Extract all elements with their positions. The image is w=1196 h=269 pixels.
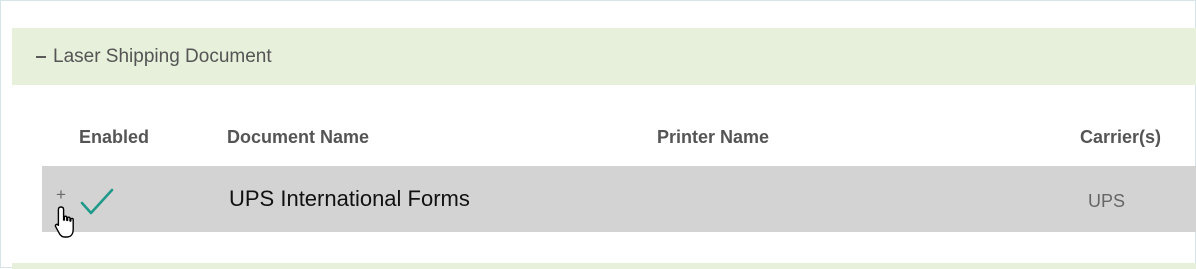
column-header-printer-name[interactable]: Printer Name [657,126,769,148]
checkmark-icon [80,188,114,215]
table-row[interactable]: + UPS International Forms UPS [42,166,1196,232]
expand-plus-icon[interactable]: + [56,186,68,203]
minus-icon[interactable] [34,44,48,68]
column-header-document-name[interactable]: Document Name [227,126,369,148]
section-title: Laser Shipping Document [53,46,272,67]
next-section-header-edge [12,263,1196,269]
document-name-cell[interactable]: UPS International Forms [229,186,470,212]
hand-pointer-icon [54,206,74,238]
column-header-enabled[interactable]: Enabled [79,126,149,148]
section-header[interactable]: Laser Shipping Document [12,28,1196,85]
column-header-carriers[interactable]: Carrier(s) [1080,126,1161,148]
carrier-cell: UPS [1088,191,1126,211]
panel-frame: Laser Shipping Document Enabled Document… [0,0,1196,269]
